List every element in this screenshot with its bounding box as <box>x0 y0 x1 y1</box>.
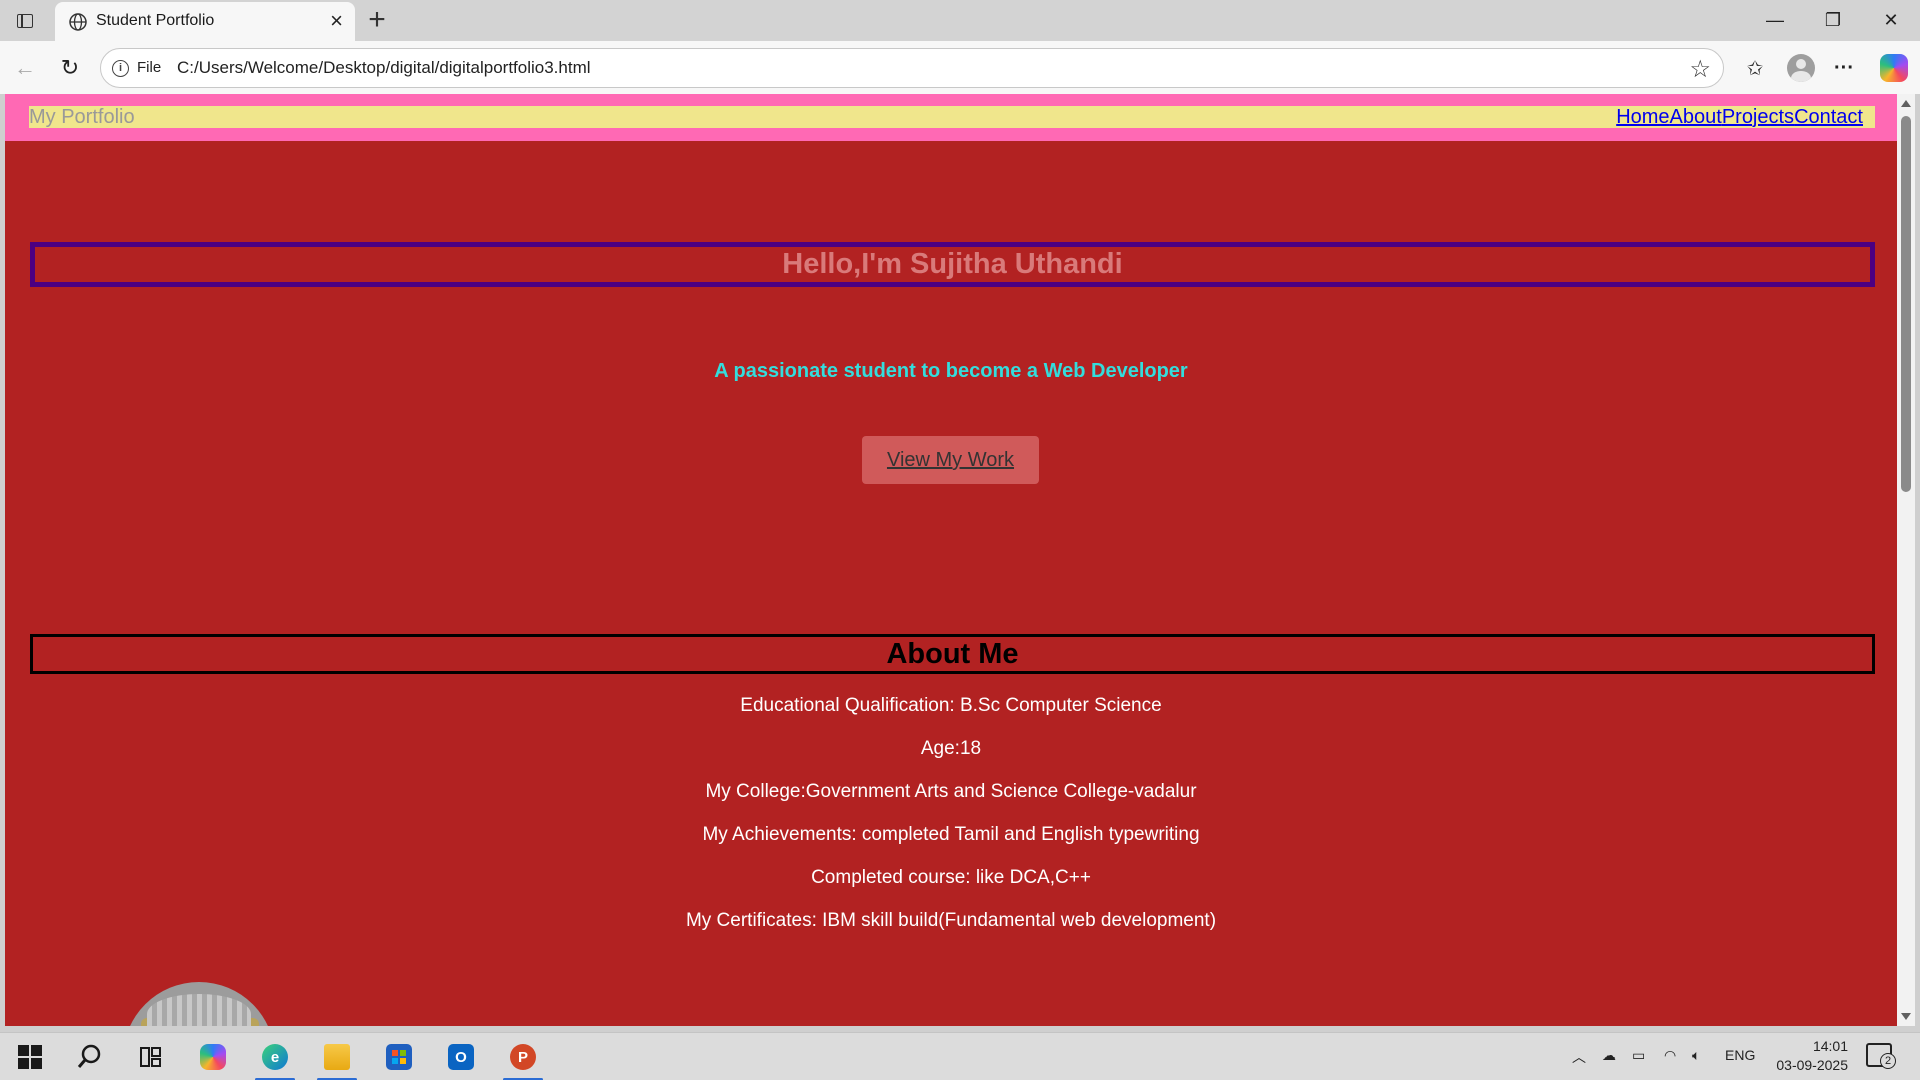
tab-student-portfolio[interactable]: Student Portfolio × <box>55 2 355 41</box>
taskbar: e O P ︿ ☁ ▭ ◠ 🔈︎ ENG 14:01 03-09-2025 2 <box>0 1032 1920 1080</box>
close-tab-icon[interactable]: × <box>330 9 343 33</box>
restore-icon[interactable]: ❐ <box>1804 0 1862 41</box>
outlook-icon[interactable]: O <box>441 1039 481 1075</box>
show-hidden-icons-icon[interactable]: ︿ <box>1572 1047 1586 1067</box>
task-view-icon[interactable] <box>130 1039 170 1075</box>
new-tab-icon[interactable]: + <box>364 4 390 36</box>
volume-icon[interactable]: 🔈︎ <box>1692 1047 1700 1064</box>
about-item-education: Educational Qualification: B.Sc Computer… <box>740 695 1162 716</box>
hero-tagline: A passionate student to become a Web Dev… <box>714 360 1188 382</box>
address-bar[interactable]: i File C:/Users/Welcome/Desktop/digital/… <box>100 48 1724 88</box>
edge-icon[interactable]: e <box>255 1039 295 1080</box>
favorite-star-icon[interactable]: ☆ <box>1689 55 1711 84</box>
nav-links: Home About Projects Contact <box>1616 106 1863 128</box>
copilot-app-icon[interactable] <box>193 1039 233 1075</box>
clock-time: 14:01 <box>1812 1038 1848 1054</box>
copilot-icon[interactable] <box>1880 54 1908 82</box>
brand-logo: My Portfolio <box>29 106 135 128</box>
search-icon[interactable] <box>70 1039 110 1075</box>
clock-date: 03-09-2025 <box>1776 1057 1848 1073</box>
nav-link-about[interactable]: About <box>1670 106 1722 128</box>
powerpoint-icon[interactable]: P <box>503 1039 543 1080</box>
scroll-up-icon[interactable] <box>1901 100 1911 107</box>
about-list: Educational Qualification: B.Sc Computer… <box>5 694 1897 952</box>
about-item-age: Age:18 <box>920 738 982 759</box>
scroll-down-icon[interactable] <box>1901 1013 1911 1020</box>
scrollbar-thumb[interactable] <box>1901 116 1911 492</box>
onedrive-icon[interactable]: ☁ <box>1602 1047 1616 1064</box>
store-icon[interactable] <box>379 1039 419 1075</box>
about-item-course: Completed course: like DCA,C++ <box>811 867 1091 888</box>
nav-link-projects[interactable]: Projects <box>1722 106 1794 128</box>
browser-toolbar: ← ↻ i File C:/Users/Welcome/Desktop/digi… <box>0 41 1920 94</box>
address-scheme: File <box>137 59 162 76</box>
tab-title: Student Portfolio <box>96 12 215 29</box>
about-item-certificates: My Certificates: IBM skill build(Fundame… <box>685 910 1217 931</box>
tab-actions-icon[interactable] <box>12 8 38 34</box>
refresh-icon[interactable]: ↻ <box>55 53 85 83</box>
wifi-icon[interactable]: ◠ <box>1664 1047 1676 1064</box>
view-my-work-button[interactable]: View My Work <box>862 436 1039 484</box>
nav-link-contact[interactable]: Contact <box>1794 106 1863 128</box>
file-explorer-icon[interactable] <box>317 1039 357 1080</box>
site-header: My Portfolio Home About Projects Contact <box>5 94 1897 141</box>
profile-photo <box>123 982 275 1026</box>
back-icon[interactable]: ← <box>10 53 40 83</box>
info-icon[interactable]: i <box>112 60 129 77</box>
profile-avatar-icon[interactable] <box>1787 54 1815 82</box>
tab-strip: Student Portfolio × + — ❐ ✕ <box>0 0 1920 41</box>
hero-title: Hello,I'm Sujitha Uthandi <box>30 242 1875 287</box>
site-nav: My Portfolio Home About Projects Contact <box>29 106 1875 128</box>
close-window-icon[interactable]: ✕ <box>1862 0 1920 41</box>
page-viewport: My Portfolio Home About Projects Contact… <box>5 94 1897 1026</box>
clock[interactable]: 14:01 03-09-2025 <box>1764 1037 1848 1075</box>
battery-icon[interactable]: ▭ <box>1632 1047 1645 1064</box>
page-scrollbar[interactable] <box>1897 94 1915 1026</box>
address-url[interactable]: C:/Users/Welcome/Desktop/digital/digital… <box>177 58 591 78</box>
language-indicator[interactable]: ENG <box>1725 1047 1755 1063</box>
notification-count: 2 <box>1880 1053 1896 1069</box>
start-icon[interactable] <box>10 1039 50 1075</box>
nav-link-home[interactable]: Home <box>1616 106 1669 128</box>
more-menu-icon[interactable]: ··· <box>1829 53 1859 83</box>
minimize-icon[interactable]: — <box>1746 0 1804 41</box>
about-item-achievements: My Achievements: completed Tamil and Eng… <box>702 824 1200 845</box>
favorites-icon[interactable]: ✩ <box>1740 53 1770 83</box>
globe-icon <box>69 13 87 31</box>
about-heading: About Me <box>30 634 1875 674</box>
about-item-college: My College:Government Arts and Science C… <box>705 781 1197 802</box>
